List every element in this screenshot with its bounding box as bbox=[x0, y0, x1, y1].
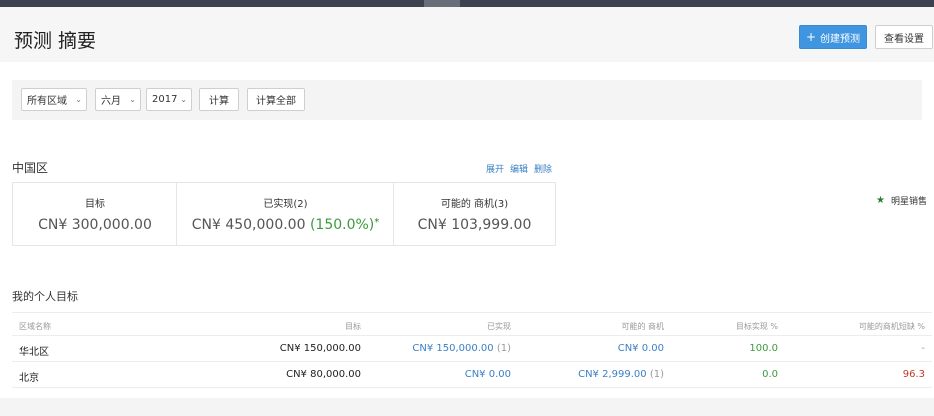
row-opportunity-value: CN¥ 2,999.00 bbox=[578, 369, 647, 380]
page-header: 预测 摘要 + 创建预测 查看设置 bbox=[0, 7, 934, 62]
column-header-target: 目标 bbox=[345, 322, 361, 331]
row-shortfall-pct: 96.3 bbox=[902, 369, 925, 380]
target-label: 目标 bbox=[85, 199, 105, 210]
table-row: 华北区 CN¥ 150,000.00 CN¥ 150,000.00 (1) CN… bbox=[12, 336, 932, 362]
target-value: CN¥ 300,000.00 bbox=[38, 217, 152, 233]
row-target: CN¥ 80,000.00 bbox=[286, 369, 361, 380]
row-achieved[interactable]: CN¥ 0.00 bbox=[465, 369, 511, 380]
target-cell: 目标 CN¥ 300,000.00 bbox=[13, 183, 177, 245]
top-bar-tab-indicator bbox=[424, 0, 460, 7]
plus-icon: + bbox=[805, 30, 817, 44]
column-header-shortfall-pct: 可能的商机短缺 % bbox=[858, 322, 925, 331]
row-achieved-value: CN¥ 150,000.00 bbox=[412, 343, 494, 354]
achieved-cell: 已实现(2) CN¥ 450,000.00 (150.0%)* bbox=[177, 183, 394, 245]
expand-link[interactable]: 展开 bbox=[486, 162, 504, 175]
region-select-value: 所有区域 bbox=[27, 96, 67, 107]
calculate-button[interactable]: 计算 bbox=[199, 88, 239, 111]
achieved-star-marker: * bbox=[374, 217, 380, 228]
page-footer-shade bbox=[0, 398, 934, 416]
region-actions: 展开 编辑 删除 bbox=[486, 162, 552, 175]
achieved-value: CN¥ 450,000.00 (150.0%)* bbox=[177, 217, 394, 233]
year-select-value: 2017 bbox=[152, 94, 178, 105]
personal-goals-title: 我的个人目标 bbox=[12, 290, 78, 303]
region-title: 中国区 bbox=[12, 161, 49, 175]
star-sales-label: 明星销售 bbox=[890, 197, 927, 207]
row-shortfall-pct: - bbox=[921, 343, 925, 354]
calculate-all-button[interactable]: 计算全部 bbox=[247, 88, 305, 111]
column-header-achieved-pct: 目标实现 % bbox=[735, 322, 778, 331]
achieved-label[interactable]: 已实现(2) bbox=[177, 195, 394, 210]
row-opportunity[interactable]: CN¥ 0.00 bbox=[618, 343, 664, 354]
row-region: 华北区 bbox=[19, 347, 49, 358]
month-select-value: 六月 bbox=[101, 96, 121, 107]
table-header: 区域名称 目标 已实现 可能的 商机 目标实现 % 可能的商机短缺 % bbox=[12, 312, 932, 336]
filter-bar: 所有区域 ⌄ 六月 ⌄ 2017 ⌄ 计算 计算全部 bbox=[12, 80, 922, 120]
column-header-region: 区域名称 bbox=[19, 322, 51, 331]
row-target: CN¥ 150,000.00 bbox=[279, 343, 361, 354]
page-title: 预测 摘要 bbox=[14, 30, 97, 52]
opportunity-value: CN¥ 103,999.00 bbox=[417, 217, 532, 233]
row-opportunity-value: CN¥ 0.00 bbox=[617, 343, 664, 354]
view-settings-button[interactable]: 查看设置 bbox=[875, 25, 933, 49]
row-achieved[interactable]: CN¥ 150,000.00 (1) bbox=[412, 343, 511, 354]
region-summary-card: 目标 CN¥ 300,000.00 已实现(2) CN¥ 450,000.00 … bbox=[12, 182, 556, 246]
opportunity-cell: 可能的 商机(3) CN¥ 103,999.00 bbox=[394, 183, 555, 245]
achieved-amount: CN¥ 450,000.00 bbox=[191, 217, 306, 233]
chevron-down-icon: ⌄ bbox=[180, 95, 187, 104]
row-achieved-value: CN¥ 0.00 bbox=[464, 369, 511, 380]
top-navigation-bar bbox=[0, 0, 934, 7]
table-row: 北京 CN¥ 80,000.00 CN¥ 0.00 CN¥ 2,999.00 (… bbox=[12, 362, 932, 388]
row-achieved-pct: 0.0 bbox=[762, 369, 778, 380]
achieved-percent: (150.0%) bbox=[309, 217, 375, 233]
opportunity-label[interactable]: 可能的 商机(3) bbox=[394, 195, 555, 210]
star-sales[interactable]: ★ 明星销售 bbox=[876, 194, 927, 207]
row-region: 北京 bbox=[19, 373, 39, 384]
row-achieved-count: (1) bbox=[496, 343, 511, 354]
edit-link[interactable]: 编辑 bbox=[510, 162, 528, 175]
region-select[interactable]: 所有区域 ⌄ bbox=[21, 88, 87, 111]
column-header-achieved: 已实现 bbox=[487, 322, 511, 331]
column-header-opportunity: 可能的 商机 bbox=[621, 322, 664, 331]
year-select[interactable]: 2017 ⌄ bbox=[146, 88, 192, 111]
star-icon: ★ bbox=[876, 195, 885, 206]
chevron-down-icon: ⌄ bbox=[129, 95, 136, 104]
row-opportunity[interactable]: CN¥ 2,999.00 (1) bbox=[578, 369, 664, 380]
row-opportunity-count: (1) bbox=[649, 369, 664, 380]
create-forecast-button[interactable]: + 创建预测 bbox=[799, 25, 867, 49]
create-forecast-label: 创建预测 bbox=[820, 33, 861, 45]
month-select[interactable]: 六月 ⌄ bbox=[95, 88, 141, 111]
chevron-down-icon: ⌄ bbox=[75, 95, 82, 104]
row-achieved-pct: 100.0 bbox=[749, 343, 778, 354]
delete-link[interactable]: 删除 bbox=[534, 162, 552, 175]
